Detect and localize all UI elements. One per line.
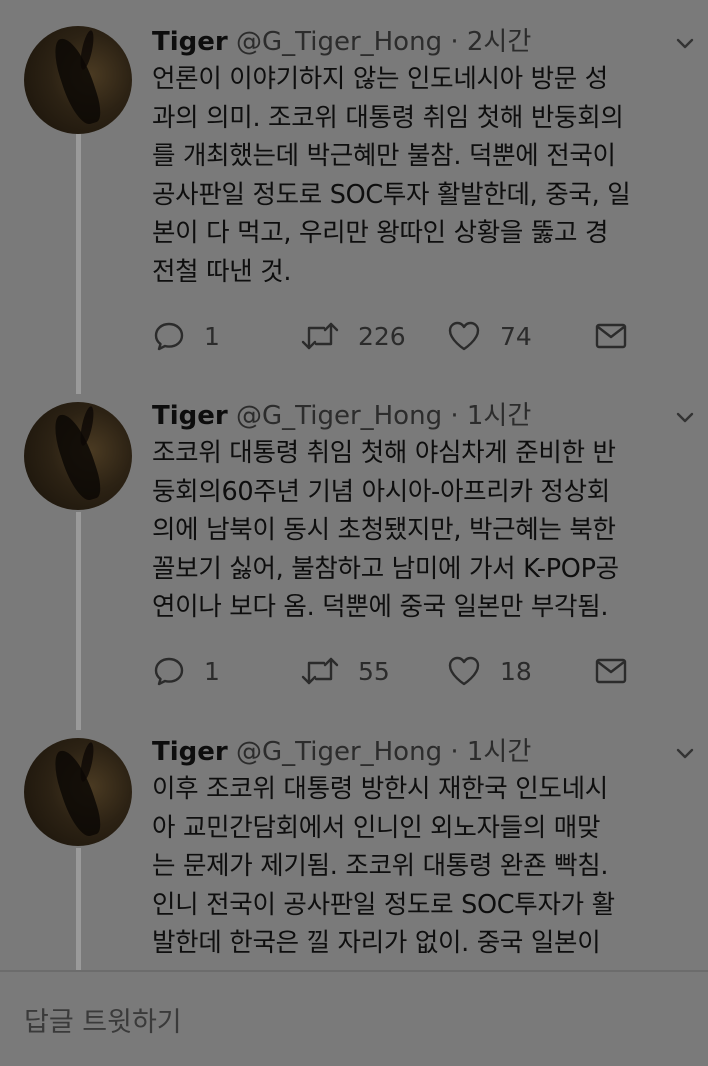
- separator-dot: ·: [450, 737, 459, 767]
- reply-count: 1: [204, 656, 220, 686]
- user-handle[interactable]: @G_Tiger_Hong: [236, 401, 442, 431]
- retweet-count: 55: [358, 656, 390, 686]
- avatar-image-detail: [48, 33, 106, 129]
- tweet-text: 언론이 이야기하지 않는 인도네시아 방문 성 과의 의미. 조코위 대통령 취…: [152, 60, 692, 291]
- tweet-header: Tiger @G_Tiger_Hong · 2시간: [152, 26, 531, 58]
- reply-icon: [154, 657, 184, 686]
- avatar-image-detail: [77, 405, 97, 447]
- thread-connector: [76, 848, 81, 970]
- tweet-actions: 1 226 74: [152, 316, 672, 356]
- avatar-image-detail: [77, 29, 97, 71]
- like-button[interactable]: 18: [446, 651, 532, 691]
- envelope-icon: [595, 323, 627, 349]
- timestamp[interactable]: 1시간: [467, 737, 531, 767]
- display-name[interactable]: Tiger: [152, 27, 228, 57]
- chevron-down-icon[interactable]: [672, 740, 698, 766]
- envelope-icon: [595, 658, 627, 684]
- retweet-icon: [301, 322, 339, 350]
- tweet-text-line: 인니 전국이 공사판일 정도로 SOC투자가 활: [152, 889, 615, 920]
- tweet-text-line: 는 문제가 제기됨. 조코위 대통령 완죤 빡침.: [152, 851, 609, 881]
- heart-icon: [448, 656, 480, 686]
- user-handle[interactable]: @G_Tiger_Hong: [236, 27, 442, 57]
- tweet-text-line: 조코위 대통령 취임 첫해 야심차게 준비한 반: [152, 438, 616, 468]
- reply-count: 1: [204, 321, 220, 351]
- reply-tweet-input[interactable]: 답글 트윗하기: [24, 1000, 182, 1039]
- avatar[interactable]: [24, 402, 132, 510]
- thread-connector: [76, 512, 81, 730]
- reply-button[interactable]: 1: [152, 651, 220, 691]
- retweet-button[interactable]: 55: [300, 651, 390, 691]
- tweet-header: Tiger @G_Tiger_Hong · 1시간: [152, 736, 531, 768]
- like-button[interactable]: 74: [446, 316, 532, 356]
- chevron-down-icon[interactable]: [672, 404, 698, 430]
- separator-dot: ·: [450, 27, 459, 57]
- tweet-text-line: 의에 남북이 동시 초청됐지만, 박근혜는 북한: [152, 515, 616, 545]
- tweet-text-line: 발한데 한국은 낄 자리가 없이. 중국 일본이: [152, 928, 601, 958]
- avatar-image-detail: [48, 745, 106, 841]
- user-handle[interactable]: @G_Tiger_Hong: [236, 737, 442, 767]
- tweet-text-line: 이후 조코위 대통령 방한시 재한국 인도네시: [152, 774, 608, 804]
- tweet-text-line: 아 교민간담회에서 인니인 외노자들의 매맞: [152, 812, 601, 843]
- avatar-image-detail: [77, 741, 97, 783]
- direct-message-button[interactable]: [594, 651, 628, 691]
- like-count: 18: [500, 656, 532, 686]
- tweet-text-line: 전철 따낸 것.: [152, 256, 292, 287]
- tweet-actions: 1 55 18: [152, 651, 672, 691]
- tweet-text-line: 공사판일 정도로 SOC투자 활발한데, 중국, 일: [152, 179, 631, 210]
- separator-dot: ·: [450, 401, 459, 431]
- avatar-image-detail: [48, 409, 106, 505]
- chevron-down-icon[interactable]: [672, 30, 698, 56]
- avatar[interactable]: [24, 738, 132, 846]
- heart-icon: [448, 321, 480, 351]
- direct-message-button[interactable]: [594, 316, 628, 356]
- reply-button[interactable]: 1: [152, 316, 220, 356]
- tweet-text-line: 를 개최했는데 박근혜만 불참. 덕뿐에 전국이: [152, 141, 616, 171]
- like-count: 74: [500, 321, 532, 351]
- avatar[interactable]: [24, 26, 132, 134]
- reply-composer-bar: 답글 트윗하기: [0, 970, 708, 1066]
- tweet-text-line: 언론이 이야기하지 않는 인도네시아 방문 성: [152, 64, 608, 94]
- tweet-text: 조코위 대통령 취임 첫해 야심차게 준비한 반 둥회의60주년 기념 아시아-…: [152, 434, 692, 627]
- display-name[interactable]: Tiger: [152, 401, 228, 431]
- reply-icon: [154, 322, 184, 351]
- tweet-header: Tiger @G_Tiger_Hong · 1시간: [152, 400, 531, 432]
- thread-connector: [76, 134, 81, 394]
- retweet-count: 226: [358, 321, 406, 351]
- tweet-text: 이후 조코위 대통령 방한시 재한국 인도네시 아 교민간담회에서 인니인 외노…: [152, 770, 692, 963]
- display-name[interactable]: Tiger: [152, 737, 228, 767]
- tweet-text-line: 본이 다 먹고, 우리만 왕따인 상황을 뚫고 경: [152, 218, 609, 248]
- tweet-text-line: 꼴보기 싫어, 불참하고 남미에 가서 K-POP공: [152, 553, 619, 584]
- tweet-text-line: 둥회의60주년 기념 아시아-아프리카 정상회: [152, 476, 610, 507]
- retweet-button[interactable]: 226: [300, 316, 406, 356]
- timestamp[interactable]: 1시간: [467, 401, 531, 431]
- tweet-text-line: 연이나 보다 옴. 덕뿐에 중국 일본만 부각됨.: [152, 592, 609, 622]
- timestamp[interactable]: 2시간: [467, 27, 531, 57]
- tweet-text-line: 과의 의미. 조코위 대통령 취임 첫해 반둥회의: [152, 102, 624, 133]
- retweet-icon: [301, 657, 339, 685]
